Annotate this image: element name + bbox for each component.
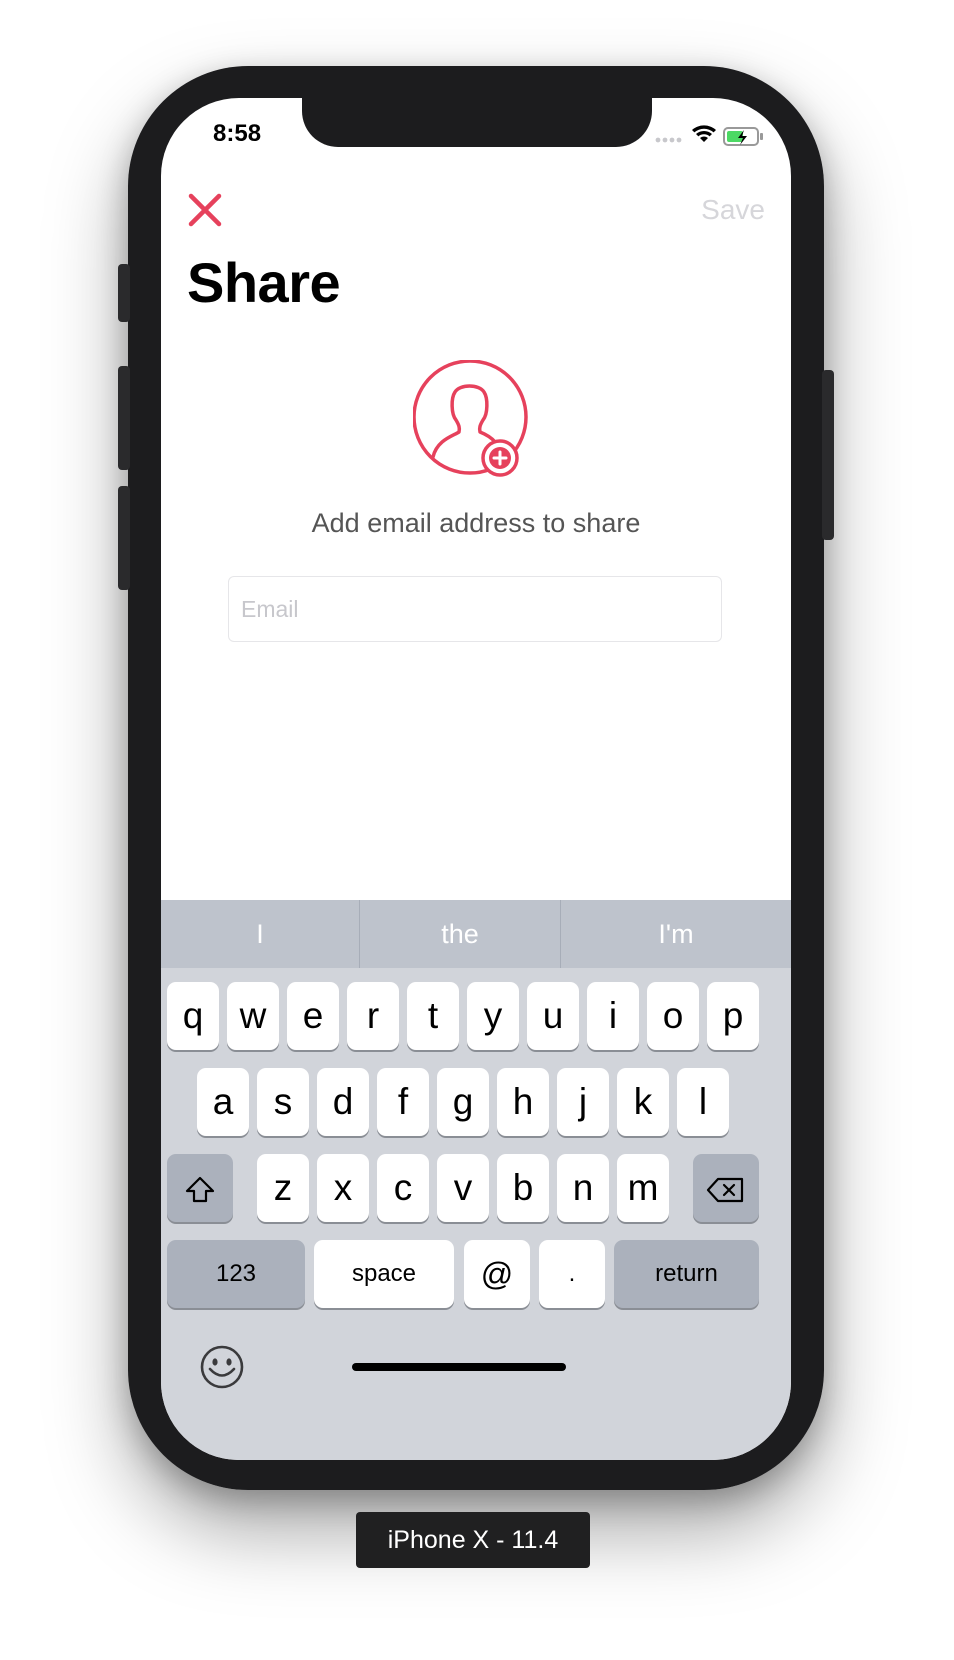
key-l[interactable]: l [677,1068,729,1136]
key-v[interactable]: v [437,1154,489,1222]
suggestion-2[interactable]: the [360,900,560,968]
key-p[interactable]: p [707,982,759,1050]
delete-key[interactable] [693,1154,759,1222]
key-w[interactable]: w [227,982,279,1050]
suggestion-1[interactable]: I [161,900,359,968]
volume-down-button [118,486,130,590]
key-k[interactable]: k [617,1068,669,1136]
key-x[interactable]: x [317,1154,369,1222]
key-d[interactable]: d [317,1068,369,1136]
key-u[interactable]: u [527,982,579,1050]
key-h[interactable]: h [497,1068,549,1136]
return-key[interactable]: return [614,1240,759,1308]
notch [302,98,652,147]
key-y[interactable]: y [467,982,519,1050]
keyboard: I the I'm q w e r t y u i o p a s d f g … [161,900,791,1460]
add-user-icon [412,359,543,490]
email-field[interactable] [228,576,722,642]
status-time: 8:58 [213,120,262,147]
key-f[interactable]: f [377,1068,429,1136]
space-key[interactable]: space [314,1240,454,1308]
share-instruction: Add email address to share [311,508,641,538]
key-r[interactable]: r [347,982,399,1050]
signal-icon [655,137,682,143]
battery-icon [723,127,763,146]
device-label: iPhone X - 11.4 [356,1512,590,1568]
key-a[interactable]: a [197,1068,249,1136]
emoji-icon[interactable] [199,1344,245,1390]
status-icons [654,124,774,148]
key-i[interactable]: i [587,982,639,1050]
close-icon[interactable] [187,192,223,228]
numbers-key[interactable]: 123 [167,1240,305,1308]
key-j[interactable]: j [557,1068,609,1136]
wifi-icon [692,125,716,142]
silent-switch [118,264,130,322]
page-title: Share [187,251,341,314]
key-z[interactable]: z [257,1154,309,1222]
key-e[interactable]: e [287,982,339,1050]
at-key[interactable]: @ [464,1240,530,1308]
shift-key[interactable] [167,1154,233,1222]
key-m[interactable]: m [617,1154,669,1222]
suggestion-bar: I the I'm [161,900,791,968]
key-q[interactable]: q [167,982,219,1050]
shift-icon [185,1177,215,1203]
key-c[interactable]: c [377,1154,429,1222]
key-t[interactable]: t [407,982,459,1050]
home-indicator[interactable] [352,1363,566,1371]
power-button [822,370,834,540]
period-key[interactable]: . [539,1240,605,1308]
volume-up-button [118,366,130,470]
key-n[interactable]: n [557,1154,609,1222]
key-b[interactable]: b [497,1154,549,1222]
save-button[interactable]: Save [701,194,765,226]
suggestion-3[interactable]: I'm [561,900,791,968]
key-g[interactable]: g [437,1068,489,1136]
key-s[interactable]: s [257,1068,309,1136]
device-screen: 8:58 Save Share Add email address to sha… [161,98,791,1460]
delete-icon [706,1178,744,1203]
key-o[interactable]: o [647,982,699,1050]
